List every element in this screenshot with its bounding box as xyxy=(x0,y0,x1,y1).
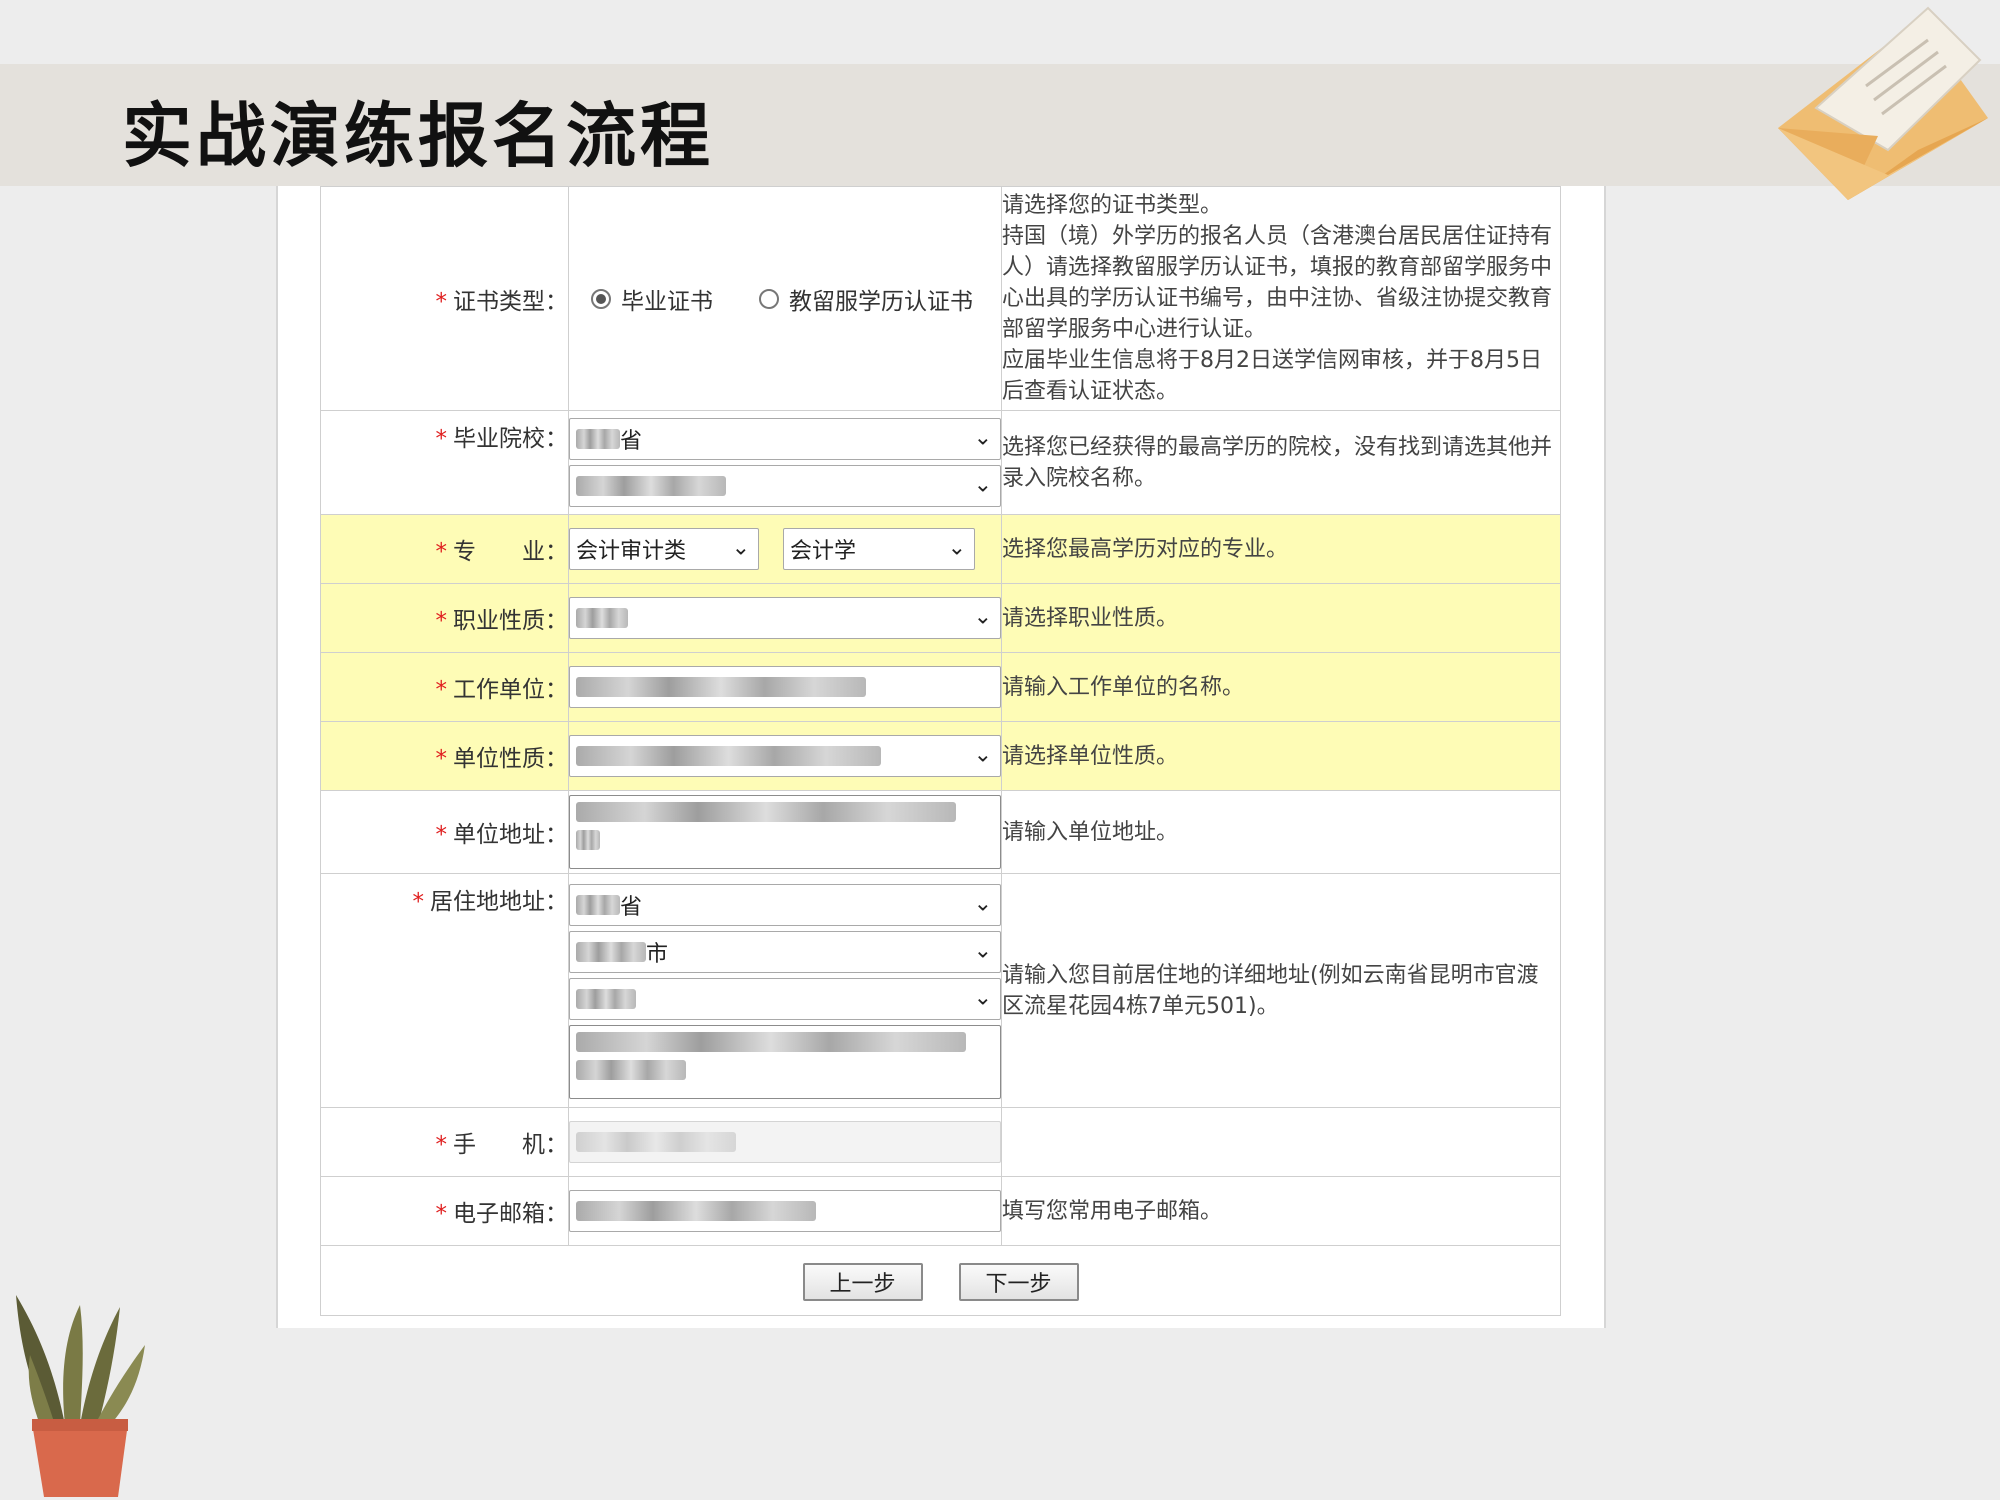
chevron-down-icon: ⌄ xyxy=(973,891,992,917)
major-category-select[interactable]: 会计审计类 ⌄ xyxy=(569,528,759,570)
row-buttons: 上一步 下一步 xyxy=(320,1245,1561,1316)
employer-address-controls xyxy=(568,790,1002,874)
row-employer: * 工作单位： 请输入工作单位的名称。 xyxy=(320,652,1561,722)
radio-cscse-cert-label[interactable]: 教留服学历认证书 xyxy=(789,282,973,316)
email-controls xyxy=(568,1176,1002,1246)
mobile-help-empty xyxy=(1001,1107,1561,1177)
employer-help: 请输入工作单位的名称。 xyxy=(1001,652,1561,722)
school-controls: 省 ⌄ ⌄ xyxy=(568,410,1002,515)
row-email: * 电子邮箱： 填写您常用电子邮箱。 xyxy=(320,1176,1561,1246)
cert-type-options: 毕业证书 教留服学历认证书 xyxy=(568,186,1002,411)
residence-province-select[interactable]: 省 ⌄ xyxy=(569,884,1001,926)
row-major: * 专 业： 会计审计类 ⌄ 会计学 ⌄ 选择您最高学历对应的专业。 xyxy=(320,514,1561,584)
chevron-down-icon: ⌄ xyxy=(973,985,992,1011)
school-help: 选择您已经获得的最高学历的院校，没有找到请选其他并录入院校名称。 xyxy=(1001,410,1561,515)
row-school: * 毕业院校： 省 ⌄ ⌄ 选择您已经获得的最高学历的院校，没有找到请选其他并录入院… xyxy=(320,410,1561,515)
radio-cscse-cert[interactable] xyxy=(759,288,779,309)
email-label: * 电子邮箱： xyxy=(320,1176,569,1246)
radio-graduation-cert[interactable] xyxy=(591,288,611,309)
major-help: 选择您最高学历对应的专业。 xyxy=(1001,514,1561,584)
cert-type-label: * 证书类型： xyxy=(320,186,569,411)
chevron-down-icon: ⌄ xyxy=(947,535,966,561)
employer-type-help: 请选择单位性质。 xyxy=(1001,721,1561,791)
chevron-down-icon: ⌄ xyxy=(731,535,750,561)
row-employer-type: * 单位性质： ⌄ 请选择单位性质。 xyxy=(320,721,1561,791)
residence-detail-textarea[interactable] xyxy=(569,1025,1001,1099)
envelope-icon xyxy=(1778,6,1988,200)
employer-type-controls: ⌄ xyxy=(568,721,1002,791)
residence-help: 请输入您目前居住地的详细地址(例如云南省昆明市官渡区流星花园4栋7单元501)。 xyxy=(1001,873,1561,1108)
row-mobile: * 手 机： xyxy=(320,1107,1561,1177)
employer-address-textarea[interactable] xyxy=(569,795,1001,869)
residence-controls: 省 ⌄ 市 ⌄ ⌄ xyxy=(568,873,1002,1108)
chevron-down-icon: ⌄ xyxy=(973,938,992,964)
row-employer-address: * 单位地址： 请输入单位地址。 xyxy=(320,790,1561,874)
mobile-input[interactable] xyxy=(569,1121,1001,1163)
cert-type-help: 请选择您的证书类型。 持国（境）外学历的报名人员（含港澳台居民居住证持有人）请选… xyxy=(1001,186,1561,411)
chevron-down-icon: ⌄ xyxy=(973,604,992,630)
employer-input[interactable] xyxy=(569,666,1001,708)
residence-district-select[interactable]: ⌄ xyxy=(569,978,1001,1020)
school-province-select[interactable]: 省 ⌄ xyxy=(569,418,1001,460)
form-screenshot: * 证书类型： 毕业证书 教留服学历认证书 请选择您的证书类型。 持国（境）外学历… xyxy=(276,186,1606,1328)
occupation-label: * 职业性质： xyxy=(320,583,569,653)
row-occupation: * 职业性质： ⌄ 请选择职业性质。 xyxy=(320,583,1561,653)
occupation-help: 请选择职业性质。 xyxy=(1001,583,1561,653)
occupation-select[interactable]: ⌄ xyxy=(569,597,1001,639)
chevron-down-icon: ⌄ xyxy=(973,425,992,451)
prev-step-button[interactable]: 上一步 xyxy=(802,1262,923,1301)
employer-label: * 工作单位： xyxy=(320,652,569,722)
email-input[interactable] xyxy=(569,1190,1001,1232)
employer-controls xyxy=(568,652,1002,722)
school-name-select[interactable]: ⌄ xyxy=(569,465,1001,507)
row-residence: * 居住地地址： 省 ⌄ 市 ⌄ ⌄ 请输入您目前居住地的详细地址(例如云南省昆明市官… xyxy=(320,873,1561,1108)
major-select[interactable]: 会计学 ⌄ xyxy=(783,528,975,570)
radio-graduation-cert-label[interactable]: 毕业证书 xyxy=(621,282,713,316)
chevron-down-icon: ⌄ xyxy=(973,742,992,768)
school-label: * 毕业院校： xyxy=(320,410,569,515)
potted-plant-icon xyxy=(16,1295,145,1497)
residence-city-select[interactable]: 市 ⌄ xyxy=(569,931,1001,973)
occupation-controls: ⌄ xyxy=(568,583,1002,653)
registration-form-table: * 证书类型： 毕业证书 教留服学历认证书 请选择您的证书类型。 持国（境）外学历… xyxy=(320,186,1561,1316)
major-controls: 会计审计类 ⌄ 会计学 ⌄ xyxy=(568,514,1002,584)
mobile-label: * 手 机： xyxy=(320,1107,569,1177)
next-step-button[interactable]: 下一步 xyxy=(958,1262,1079,1301)
row-cert-type: * 证书类型： 毕业证书 教留服学历认证书 请选择您的证书类型。 持国（境）外学历… xyxy=(320,186,1561,411)
employer-address-label: * 单位地址： xyxy=(320,790,569,874)
mobile-controls xyxy=(568,1107,1002,1177)
employer-type-select[interactable]: ⌄ xyxy=(569,735,1001,777)
employer-type-label: * 单位性质： xyxy=(320,721,569,791)
residence-label: * 居住地地址： xyxy=(320,873,569,1108)
major-label: * 专 业： xyxy=(320,514,569,584)
employer-address-help: 请输入单位地址。 xyxy=(1001,790,1561,874)
chevron-down-icon: ⌄ xyxy=(973,472,992,498)
slide-title: 实战演练报名流程 xyxy=(122,95,714,177)
buttons-cell: 上一步 下一步 xyxy=(320,1245,1561,1316)
email-help: 填写您常用电子邮箱。 xyxy=(1001,1176,1561,1246)
